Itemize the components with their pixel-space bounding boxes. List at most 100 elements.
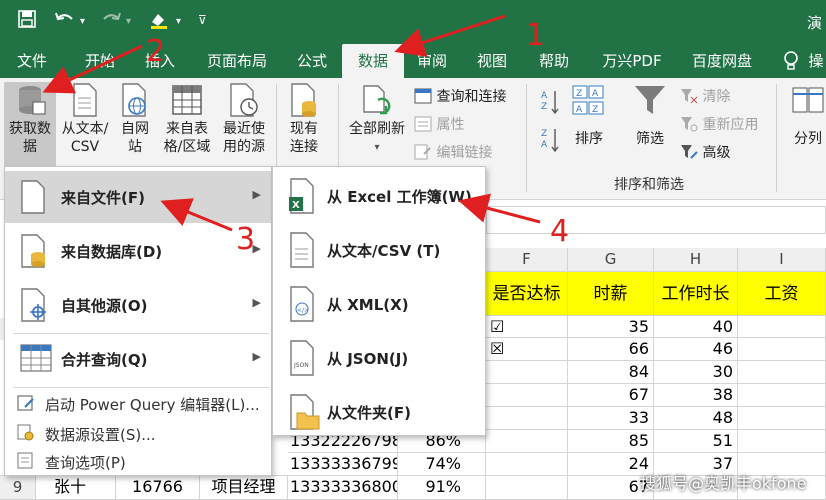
tab-baidu-netdisk[interactable]: 百度网盘 [684,44,760,78]
cell-h[interactable]: 40 [654,316,738,338]
sort-desc-icon[interactable]: ZA [540,126,560,153]
menu-item-from-file[interactable]: 来自文件(F) ▶ [5,171,271,223]
header-cell-hourly-wage[interactable]: 时薪 [568,272,654,316]
queries-connections-button[interactable]: 查询和连接 [414,86,506,108]
menu-item-query-options[interactable]: 查询选项(P) [5,447,271,475]
from-web-button[interactable]: 自网站 [118,82,152,156]
tab-wondershare-pdf[interactable]: 万兴PDF [594,44,670,78]
cell-i[interactable] [738,430,826,453]
menu-item-from-database[interactable]: 来自数据库(D) ▶ [5,225,271,277]
clear-button[interactable]: 清除 [680,86,730,108]
tab-tell-me[interactable]: 操 [806,44,826,78]
menu-item-from-excel-workbook[interactable]: X 从 Excel 工作簿(W) [273,169,485,223]
redo-icon[interactable] [100,10,122,33]
from-file-submenu: X 从 Excel 工作簿(W) 从文本/CSV (T) </> 从 XML(X… [272,166,486,436]
tab-file[interactable]: 文件 [10,44,54,78]
menu-item-launch-power-query[interactable]: 启动 Power Query 编辑器(L)... [5,389,271,417]
column-header-g[interactable]: G [568,248,654,272]
from-file-label: 来自文件(F) [61,189,145,207]
cell-i[interactable] [738,316,826,338]
submenu-arrow-icon: ▶ [252,296,261,309]
cell-percent[interactable]: 74% [398,453,486,476]
cell-f[interactable] [486,384,568,407]
row-header[interactable]: 9 [0,476,36,500]
cell-i[interactable] [738,361,826,384]
recent-sources-button[interactable]: 最近使用的源 [218,82,270,156]
get-data-button[interactable]: 获取数据 [4,82,56,168]
cell-f[interactable] [486,430,568,453]
lightbulb-icon[interactable] [780,44,802,78]
header-cell-hours[interactable]: 工作时长 [654,272,738,316]
cell-f[interactable] [486,476,568,500]
cell-g[interactable]: 66 [568,338,654,361]
cell-name[interactable]: 张十 [36,476,116,500]
column-header-h[interactable]: H [654,248,738,272]
menu-item-from-other-sources[interactable]: 自其他源(O) ▶ [5,279,271,331]
cell-f-checkbox[interactable]: ☑ [486,316,568,338]
menu-item-from-xml[interactable]: </> 从 XML(X) [273,277,485,331]
format-dropdown-icon[interactable]: ▾ [176,16,181,27]
save-icon[interactable] [18,10,36,33]
menu-item-merge-query[interactable]: 合并查询(Q) ▶ [5,333,271,385]
tab-home[interactable]: 开始 [78,44,122,78]
submenu-arrow-icon: ▶ [252,350,261,363]
cell-g[interactable]: 84 [568,361,654,384]
tab-review[interactable]: 审阅 [410,44,454,78]
cell-g[interactable]: 35 [568,316,654,338]
properties-button[interactable]: 属性 [414,114,464,136]
cell-job-title[interactable]: 项目经理 [200,476,288,500]
column-header-f[interactable]: F [486,248,568,272]
cell-g[interactable]: 85 [568,430,654,453]
formula-bar[interactable] [486,206,826,234]
document-icon [73,83,97,117]
cell-h[interactable]: 48 [654,407,738,430]
menu-item-from-folder[interactable]: 从文件夹(F) [273,385,485,439]
cell-phone[interactable]: 13333336800 [288,476,398,500]
cell-f[interactable] [486,361,568,384]
from-table-button[interactable]: 来自表格/区域 [162,82,212,156]
sort-button[interactable]: ZAAZ 排序 [568,82,610,149]
from-json-label: 从 JSON(J) [327,350,409,368]
text-to-columns-button[interactable]: 分列 [790,82,826,149]
cell-h[interactable]: 38 [654,384,738,407]
edit-links-button[interactable]: 编辑链接 [414,142,492,164]
from-text-csv-button[interactable]: 从文本/CSV [60,82,110,156]
cell-h[interactable]: 30 [654,361,738,384]
cell-g[interactable]: 33 [568,407,654,430]
menu-item-data-source-settings[interactable]: 数据源设置(S)... [5,419,271,447]
reapply-button[interactable]: 重新应用 [680,114,758,136]
cell-g[interactable]: 67 [568,384,654,407]
cell-i[interactable] [738,407,826,430]
existing-connections-button[interactable]: 现有连接 [284,82,324,156]
cell-f[interactable] [486,453,568,476]
undo-dropdown-icon[interactable]: ▾ [80,16,85,27]
cell-employee-id[interactable]: 16766 [116,476,200,500]
tab-page-layout[interactable]: 页面布局 [200,44,274,78]
sort-asc-icon[interactable]: AZ [540,88,560,115]
column-header-i[interactable]: I [738,248,826,272]
customize-qa-icon[interactable]: ⊽ [198,13,207,27]
cell-percent[interactable]: 91% [398,476,486,500]
header-cell-salary[interactable]: 工资 [738,272,826,316]
cell-f[interactable] [486,407,568,430]
filter-button[interactable]: 筛选 [628,82,672,149]
advanced-label: 高级 [702,145,731,161]
menu-item-from-text-csv[interactable]: 从文本/CSV (T) [273,223,485,277]
refresh-all-button[interactable]: 全部刷新 ▾ [344,82,410,157]
cell-i[interactable] [738,338,826,361]
cell-phone[interactable]: 13333336799 [288,453,398,476]
cell-f-checkbox[interactable]: ☒ [486,338,568,361]
advanced-button[interactable]: 高级 [680,142,730,164]
header-cell-qualified[interactable]: 是否达标 [486,272,568,316]
filter-label: 筛选 [636,131,664,147]
format-painter-icon[interactable] [148,10,170,35]
tab-formulas[interactable]: 公式 [290,44,334,78]
tab-data[interactable]: 数据 [342,44,404,78]
redo-dropdown-icon[interactable]: ▾ [126,16,131,27]
cell-i[interactable] [738,384,826,407]
cell-h[interactable]: 46 [654,338,738,361]
cell-h[interactable]: 51 [654,430,738,453]
undo-icon[interactable] [54,10,76,33]
menu-item-from-json[interactable]: JSON 从 JSON(J) [273,331,485,385]
tab-view[interactable]: 视图 [470,44,514,78]
